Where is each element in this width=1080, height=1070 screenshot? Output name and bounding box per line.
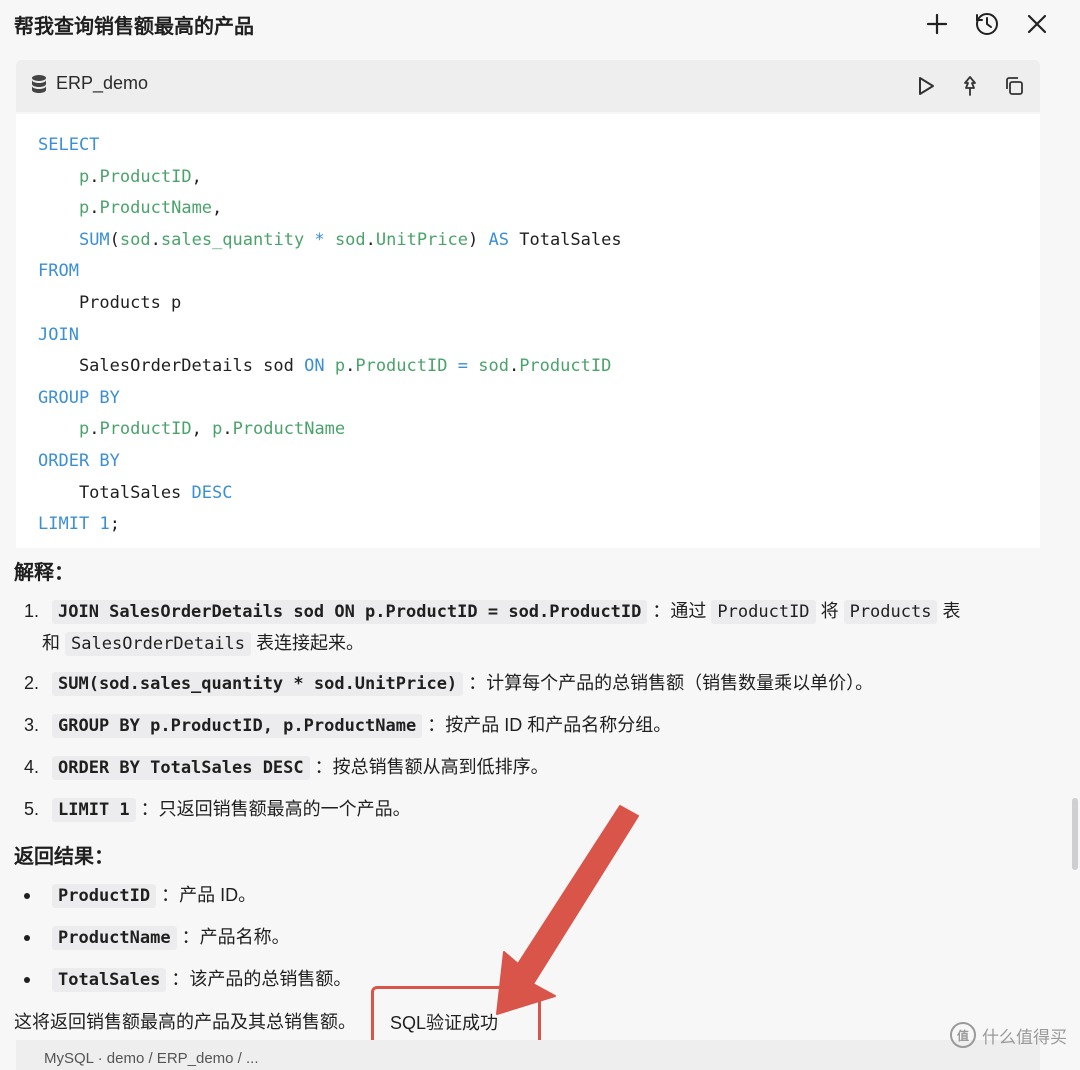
item-code: TotalSales: [52, 968, 167, 992]
item-number: 4.: [24, 757, 40, 777]
page-title: 帮我查询销售额最高的产品: [14, 16, 254, 38]
bullet-dot: [24, 935, 30, 941]
pin-button[interactable]: [954, 70, 986, 102]
item-body: GROUP BY p.ProductID, p.ProductName ：按产品…: [52, 710, 1064, 742]
item-body: ProductName ：产品名称。: [52, 922, 1064, 954]
close-icon: [1027, 14, 1047, 34]
database-icon: [32, 74, 46, 93]
database-name: ERP_demo: [56, 73, 149, 93]
item-number: 5.: [24, 799, 40, 819]
item-body: LIMIT 1 ：只返回销售额最高的一个产品。: [52, 794, 1064, 826]
item-text: ：通过: [652, 601, 707, 621]
code-block-toolbar: ERP_demo: [16, 60, 1040, 112]
item-text: ：该产品的总销售额。: [171, 969, 352, 989]
explain-item-3: 3. GROUP BY p.ProductID, p.ProductName ：…: [24, 710, 1064, 742]
explain-item-1: 1. JOIN SalesOrderDetails sod ON p.Produ…: [24, 596, 1064, 660]
panel-header: 帮我查询销售额最高的产品: [0, 0, 1080, 50]
item-text: 将: [820, 601, 839, 621]
explain-item-2: 2. SUM(sod.sales_quantity * sod.UnitPric…: [24, 668, 1064, 700]
result-item: TotalSales ：该产品的总销售额。: [24, 964, 1064, 996]
pin-icon: [964, 76, 976, 96]
result-item: ProductID ：产品 ID。: [24, 880, 1064, 912]
item-code: LIMIT 1: [52, 798, 136, 822]
item-body: SUM(sod.sales_quantity * sod.UnitPrice) …: [52, 668, 1064, 700]
item-text: 表连接起来。: [256, 633, 365, 653]
run-button[interactable]: [910, 70, 942, 102]
watermark: 值 什么值得买: [950, 1022, 1067, 1048]
item-number: 1.: [24, 601, 40, 621]
history-icon: [976, 13, 998, 35]
item-text: ：计算每个产品的总销售额（销售数量乘以单价）。: [468, 673, 874, 693]
watermark-text: 什么值得买: [982, 1027, 1067, 1047]
explain-item-4: 4. ORDER BY TotalSales DESC ：按总销售额从高到低排序…: [24, 752, 1064, 784]
header-actions: [922, 9, 1052, 39]
item-code: ProductID: [52, 884, 157, 908]
result-item: ProductName ：产品名称。: [24, 922, 1064, 954]
item-body: ProductID ：产品 ID。: [52, 880, 1064, 912]
sql-code-block[interactable]: SELECT p.ProductID, p.ProductName, SUM(s…: [16, 114, 1040, 548]
item-text: ：只返回销售额最高的一个产品。: [140, 799, 411, 819]
bullet-dot: [24, 893, 30, 899]
history-button[interactable]: [972, 9, 1002, 39]
plus-icon: [926, 13, 948, 35]
item-text: ：按产品 ID 和产品名称分组。: [427, 715, 672, 735]
copy-button[interactable]: [998, 70, 1030, 102]
item-code: ProductName: [52, 926, 177, 950]
item-number: 3.: [24, 715, 40, 735]
status-text: SQL验证成功: [390, 1013, 499, 1033]
item-code: JOIN SalesOrderDetails sod ON p.ProductI…: [52, 600, 648, 624]
database-label: ERP_demo: [30, 73, 148, 94]
run-icon: [919, 77, 934, 95]
item-text: 表: [942, 601, 961, 621]
watermark-logo-icon: 值: [950, 1022, 976, 1048]
item-code: ORDER BY TotalSales DESC: [52, 756, 310, 780]
item-text: ：产品 ID。: [161, 885, 257, 905]
explain-item-5: 5. LIMIT 1 ：只返回销售额最高的一个产品。: [24, 794, 1064, 826]
close-button[interactable]: [1022, 9, 1052, 39]
item-code: SUM(sod.sales_quantity * sod.UnitPrice): [52, 672, 464, 696]
item-code: GROUP BY p.ProductID, p.ProductName: [52, 714, 423, 738]
summary-text: 这将返回销售额最高的产品及其总销售额。: [14, 1012, 356, 1032]
item-code-inline: SalesOrderDetails: [65, 632, 252, 656]
sql-code: SELECT p.ProductID, p.ProductName, SUM(s…: [38, 135, 622, 535]
copy-icon: [1006, 77, 1023, 95]
item-text: 和: [42, 633, 60, 653]
item-text: ：产品名称。: [181, 927, 290, 947]
new-chat-button[interactable]: [922, 9, 952, 39]
code-actions: [910, 70, 1030, 102]
result-heading: 返回结果：: [14, 846, 114, 868]
item-number: 2.: [24, 673, 40, 693]
explain-list: 1. JOIN SalesOrderDetails sod ON p.Produ…: [24, 596, 1064, 826]
item-body: ORDER BY TotalSales DESC ：按总销售额从高到低排序。: [52, 752, 1064, 784]
result-list: ProductID ：产品 ID。 ProductName ：产品名称。 Tot…: [24, 880, 1064, 996]
scrollbar-thumb[interactable]: [1072, 798, 1078, 870]
item-code-inline: Products: [843, 600, 938, 624]
explain-heading: 解释：: [14, 562, 74, 584]
next-code-block[interactable]: MySQL · demo / ERP_demo / ...: [16, 1040, 1040, 1070]
item-body: JOIN SalesOrderDetails sod ON p.ProductI…: [42, 596, 1064, 660]
next-block-label: MySQL · demo / ERP_demo / ...: [44, 1050, 259, 1067]
item-code-inline: ProductID: [711, 600, 816, 624]
bullet-dot: [24, 977, 30, 983]
item-body: TotalSales ：该产品的总销售额。: [52, 964, 1064, 996]
item-text: ：按总销售额从高到低排序。: [314, 757, 549, 777]
